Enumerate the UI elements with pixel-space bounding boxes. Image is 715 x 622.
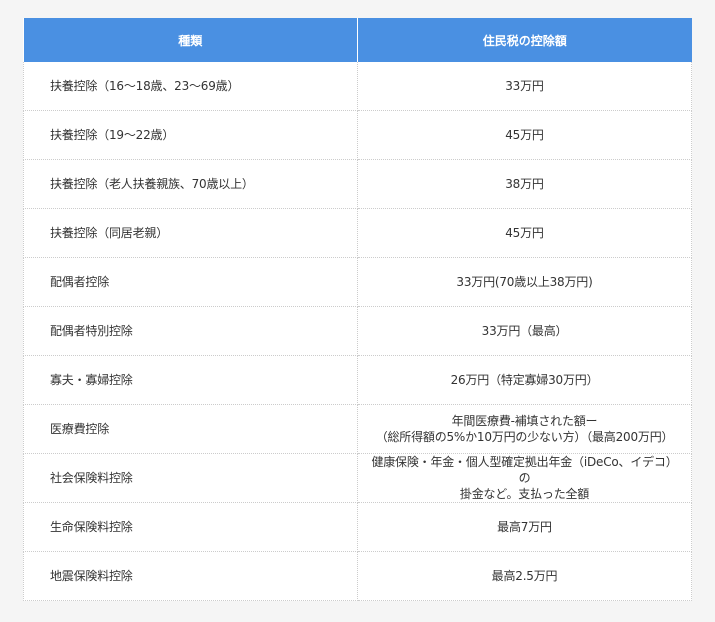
header-type: 種類 <box>23 18 358 62</box>
table-row: 配偶者特別控除 33万円（最高） <box>23 306 692 356</box>
table-header: 種類 住民税の控除額 <box>23 18 692 62</box>
row-amount-cell: 年間医療費-補填された額ー （総所得額の5%か10万円の少ない方）（最高200万… <box>357 404 692 454</box>
amount-line: 33万円（最高） <box>481 324 568 338</box>
amount-line: 最高7万円 <box>497 520 552 534</box>
amount-line: 45万円 <box>505 226 544 240</box>
row-amount-cell: 45万円 <box>357 110 692 160</box>
header-row: 種類 住民税の控除額 <box>23 18 692 62</box>
table-row: 扶養控除（同居老親） 45万円 <box>23 208 692 258</box>
header-amount: 住民税の控除額 <box>357 18 692 62</box>
amount-line: 最高2.5万円 <box>491 569 558 583</box>
amount-line: 26万円（特定寡婦30万円） <box>450 373 599 387</box>
table-row: 生命保険料控除 最高7万円 <box>23 502 692 552</box>
table-row: 扶養控除（老人扶養親族、70歳以上） 38万円 <box>23 159 692 209</box>
table-row: 社会保険料控除 健康保険・年金・個人型確定拠出年金（iDeCo、イデコ）の 掛金… <box>23 453 692 503</box>
amount-line: 38万円 <box>505 177 544 191</box>
table-row: 寡夫・寡婦控除 26万円（特定寡婦30万円） <box>23 355 692 405</box>
table-row: 地震保険料控除 最高2.5万円 <box>23 551 692 601</box>
table-row: 配偶者控除 33万円(70歳以上38万円) <box>23 257 692 307</box>
row-amount-cell: 33万円 <box>357 62 692 111</box>
amount-line: 掛金など。支払った全額 <box>459 487 590 501</box>
row-amount-cell: 最高2.5万円 <box>357 551 692 601</box>
table-row: 扶養控除（19〜22歳） 45万円 <box>23 110 692 160</box>
table-row: 医療費控除 年間医療費-補填された額ー （総所得額の5%か10万円の少ない方）（… <box>23 404 692 454</box>
amount-line: （総所得額の5%か10万円の少ない方）（最高200万円） <box>375 430 674 444</box>
row-amount-cell: 健康保険・年金・個人型確定拠出年金（iDeCo、イデコ）の 掛金など。支払った全… <box>357 453 692 503</box>
row-type-cell: 配偶者特別控除 <box>23 306 358 356</box>
row-amount-cell: 33万円（最高） <box>357 306 692 356</box>
row-type-cell: 地震保険料控除 <box>23 551 358 601</box>
amount-line: 33万円(70歳以上38万円) <box>456 275 593 289</box>
amount-line: 健康保険・年金・個人型確定拠出年金（iDeCo、イデコ）の <box>371 455 678 485</box>
row-type-cell: 配偶者控除 <box>23 257 358 307</box>
row-type-cell: 社会保険料控除 <box>23 453 358 503</box>
row-type-cell: 扶養控除（老人扶養親族、70歳以上） <box>23 159 358 209</box>
row-type-cell: 寡夫・寡婦控除 <box>23 355 358 405</box>
amount-line: 年間医療費-補填された額ー <box>451 414 598 428</box>
amount-line: 45万円 <box>505 128 544 142</box>
row-amount-cell: 33万円(70歳以上38万円) <box>357 257 692 307</box>
row-type-cell: 扶養控除（19〜22歳） <box>23 110 358 160</box>
amount-line: 33万円 <box>505 79 544 93</box>
row-type-cell: 生命保険料控除 <box>23 502 358 552</box>
deduction-table: 種類 住民税の控除額 扶養控除（16〜18歳、23〜69歳） 33万円 扶養控除… <box>23 18 692 601</box>
row-type-cell: 扶養控除（同居老親） <box>23 208 358 258</box>
row-amount-cell: 45万円 <box>357 208 692 258</box>
row-type-cell: 医療費控除 <box>23 404 358 454</box>
page-frame: 種類 住民税の控除額 扶養控除（16〜18歳、23〜69歳） 33万円 扶養控除… <box>0 0 715 622</box>
table-body: 扶養控除（16〜18歳、23〜69歳） 33万円 扶養控除（19〜22歳） 45… <box>23 62 692 601</box>
row-amount-cell: 38万円 <box>357 159 692 209</box>
row-amount-cell: 最高7万円 <box>357 502 692 552</box>
row-amount-cell: 26万円（特定寡婦30万円） <box>357 355 692 405</box>
row-type-cell: 扶養控除（16〜18歳、23〜69歳） <box>23 62 358 111</box>
table-row: 扶養控除（16〜18歳、23〜69歳） 33万円 <box>23 62 692 111</box>
